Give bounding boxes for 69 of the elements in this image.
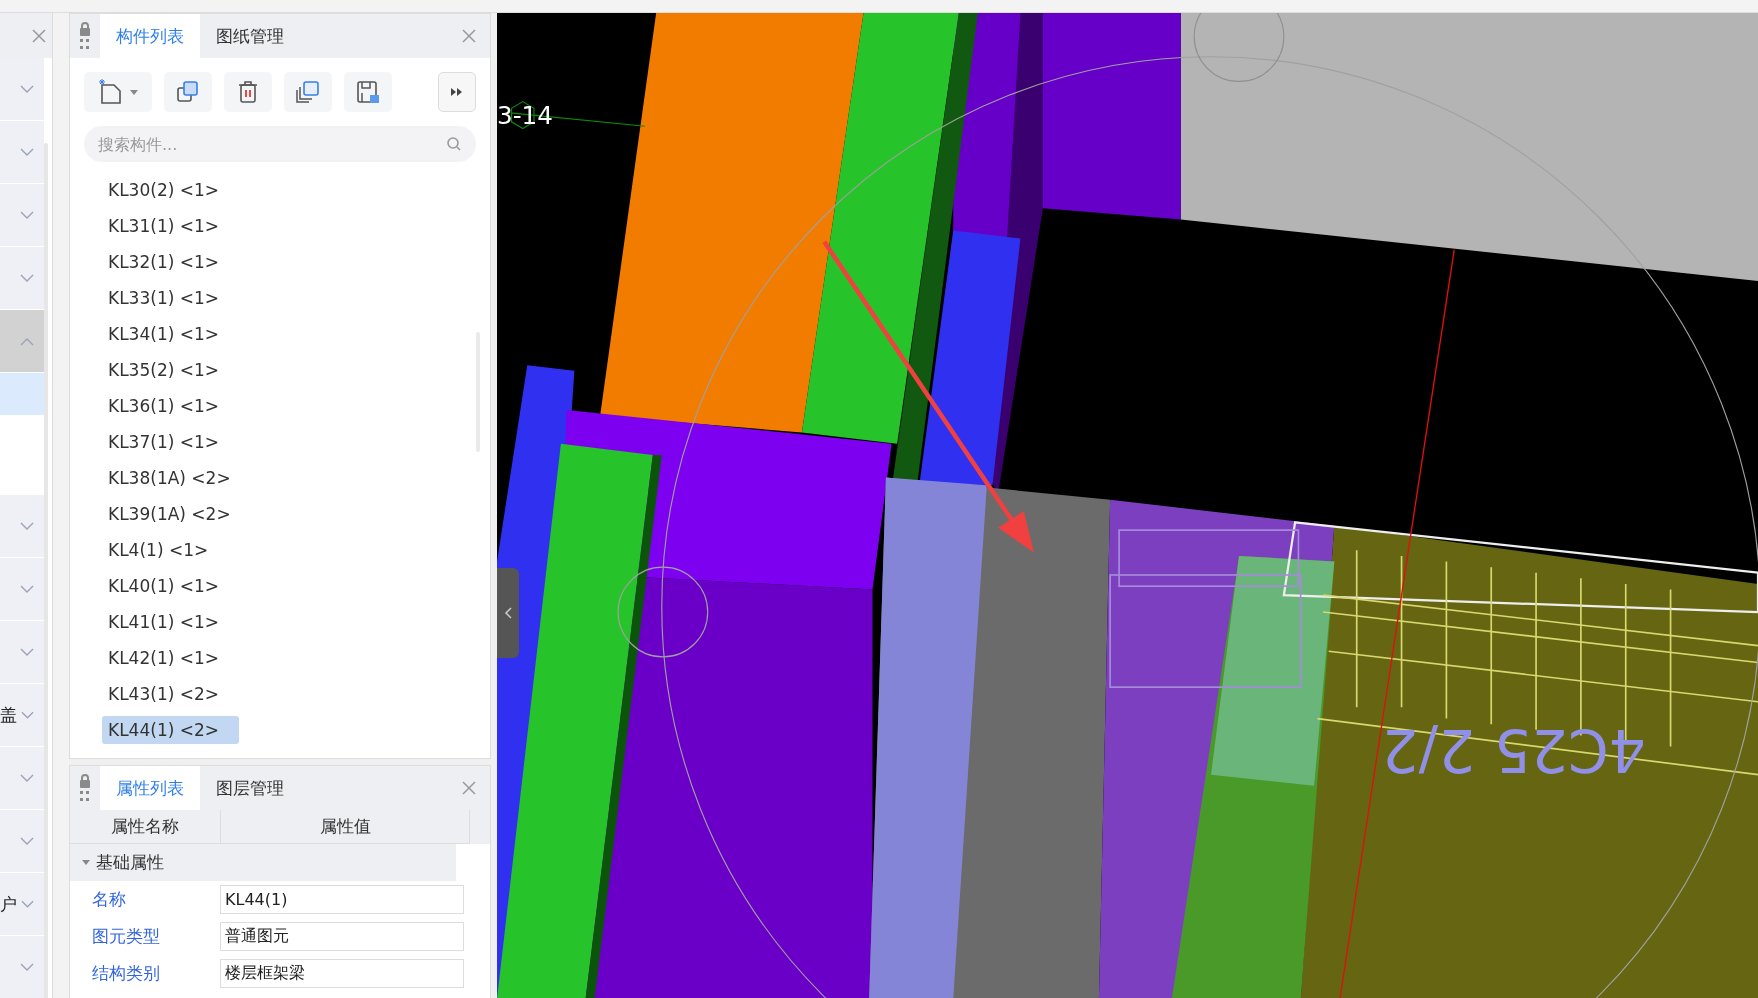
panel-tab[interactable]: 属性列表 bbox=[100, 766, 200, 810]
component-item[interactable]: KL44(1) <2> bbox=[102, 716, 240, 744]
sidebar-group[interactable]: 户 bbox=[0, 873, 44, 935]
property-name: 名称 bbox=[91, 888, 127, 911]
panel-tab[interactable]: 图层管理 bbox=[200, 766, 300, 810]
copy-button[interactable] bbox=[164, 72, 212, 112]
component-item[interactable]: KL42(1) <1> bbox=[102, 644, 226, 672]
chevron-icon[interactable] bbox=[20, 273, 34, 283]
property-value-field[interactable]: 楼层框架梁 bbox=[220, 959, 464, 988]
lock-icon[interactable] bbox=[78, 773, 92, 803]
panel-tab[interactable]: 图纸管理 bbox=[200, 14, 300, 58]
more-button[interactable] bbox=[438, 72, 476, 112]
component-item[interactable]: KL30(2) <1> bbox=[102, 176, 226, 204]
property-name: 结构类别 bbox=[91, 962, 161, 985]
property-value-field[interactable]: KL44(1) bbox=[220, 885, 464, 914]
component-item[interactable]: KL37(1) <1> bbox=[102, 428, 226, 456]
axis-label: 3-14 bbox=[497, 101, 553, 131]
property-name: 图元类型 bbox=[91, 925, 161, 948]
chevron-icon[interactable] bbox=[21, 899, 34, 909]
stacked-pages-icon bbox=[295, 80, 321, 104]
component-item[interactable]: KL43(1) <2> bbox=[102, 680, 226, 708]
rebar-label: 4C25 2/2 bbox=[1381, 715, 1646, 784]
component-item[interactable]: KL35(2) <1> bbox=[102, 356, 226, 384]
chevron-icon[interactable] bbox=[20, 147, 34, 157]
lock-icon[interactable] bbox=[78, 21, 92, 51]
component-item[interactable]: KL31(1) <1> bbox=[102, 212, 226, 240]
component-item[interactable]: KL41(1) <1> bbox=[102, 608, 226, 636]
chevron-icon[interactable] bbox=[20, 773, 34, 783]
close-icon[interactable] bbox=[462, 29, 476, 43]
collapse-handle[interactable] bbox=[497, 568, 519, 658]
caret-icon bbox=[130, 89, 138, 95]
sidebar-group[interactable]: 盖 bbox=[0, 684, 44, 746]
chevron-left-icon bbox=[504, 607, 512, 619]
chevron-icon[interactable] bbox=[20, 521, 34, 531]
component-item[interactable]: KL38(1A) <2> bbox=[102, 464, 237, 492]
component-item[interactable]: KL39(1A) <2> bbox=[102, 500, 237, 528]
chevron-icon[interactable] bbox=[20, 584, 34, 594]
new-button[interactable] bbox=[84, 72, 152, 112]
panel-tab[interactable]: 构件列表 bbox=[100, 14, 200, 58]
property-value-field[interactable]: 普通图元 bbox=[220, 922, 464, 951]
close-icon[interactable] bbox=[32, 28, 46, 43]
chevron-icon[interactable] bbox=[20, 84, 34, 94]
new-document-icon bbox=[98, 79, 124, 105]
caret-icon bbox=[82, 859, 90, 866]
component-item[interactable]: KL32(1) <1> bbox=[102, 248, 226, 276]
copy-layers-button[interactable] bbox=[284, 72, 332, 112]
search-icon bbox=[446, 136, 462, 152]
chevron-icon[interactable] bbox=[20, 210, 34, 220]
chevron-icon[interactable] bbox=[20, 962, 34, 972]
component-item[interactable]: KL33(1) <1> bbox=[102, 284, 226, 312]
component-item[interactable]: KL4(1) <1> bbox=[102, 536, 215, 564]
floppy-icon bbox=[356, 80, 380, 104]
close-icon[interactable] bbox=[462, 781, 476, 795]
chevron-icon[interactable] bbox=[21, 710, 34, 720]
double-arrow-icon bbox=[451, 88, 463, 96]
copy-icon bbox=[176, 80, 200, 104]
trash-icon bbox=[237, 80, 259, 104]
component-item[interactable]: KL34(1) <1> bbox=[102, 320, 226, 348]
property-group[interactable]: 基础属性 bbox=[70, 844, 456, 881]
group-label: 盖 bbox=[0, 703, 17, 727]
chevron-icon[interactable] bbox=[20, 836, 34, 846]
group-label: 户 bbox=[0, 892, 17, 916]
chevron-icon[interactable] bbox=[20, 336, 34, 346]
component-item[interactable]: KL40(1) <1> bbox=[102, 572, 226, 600]
search-field[interactable]: 搜索构件... bbox=[84, 126, 476, 162]
delete-button[interactable] bbox=[224, 72, 272, 112]
save-button[interactable] bbox=[344, 72, 392, 112]
chevron-icon[interactable] bbox=[20, 647, 34, 657]
component-item[interactable]: KL36(1) <1> bbox=[102, 392, 226, 420]
